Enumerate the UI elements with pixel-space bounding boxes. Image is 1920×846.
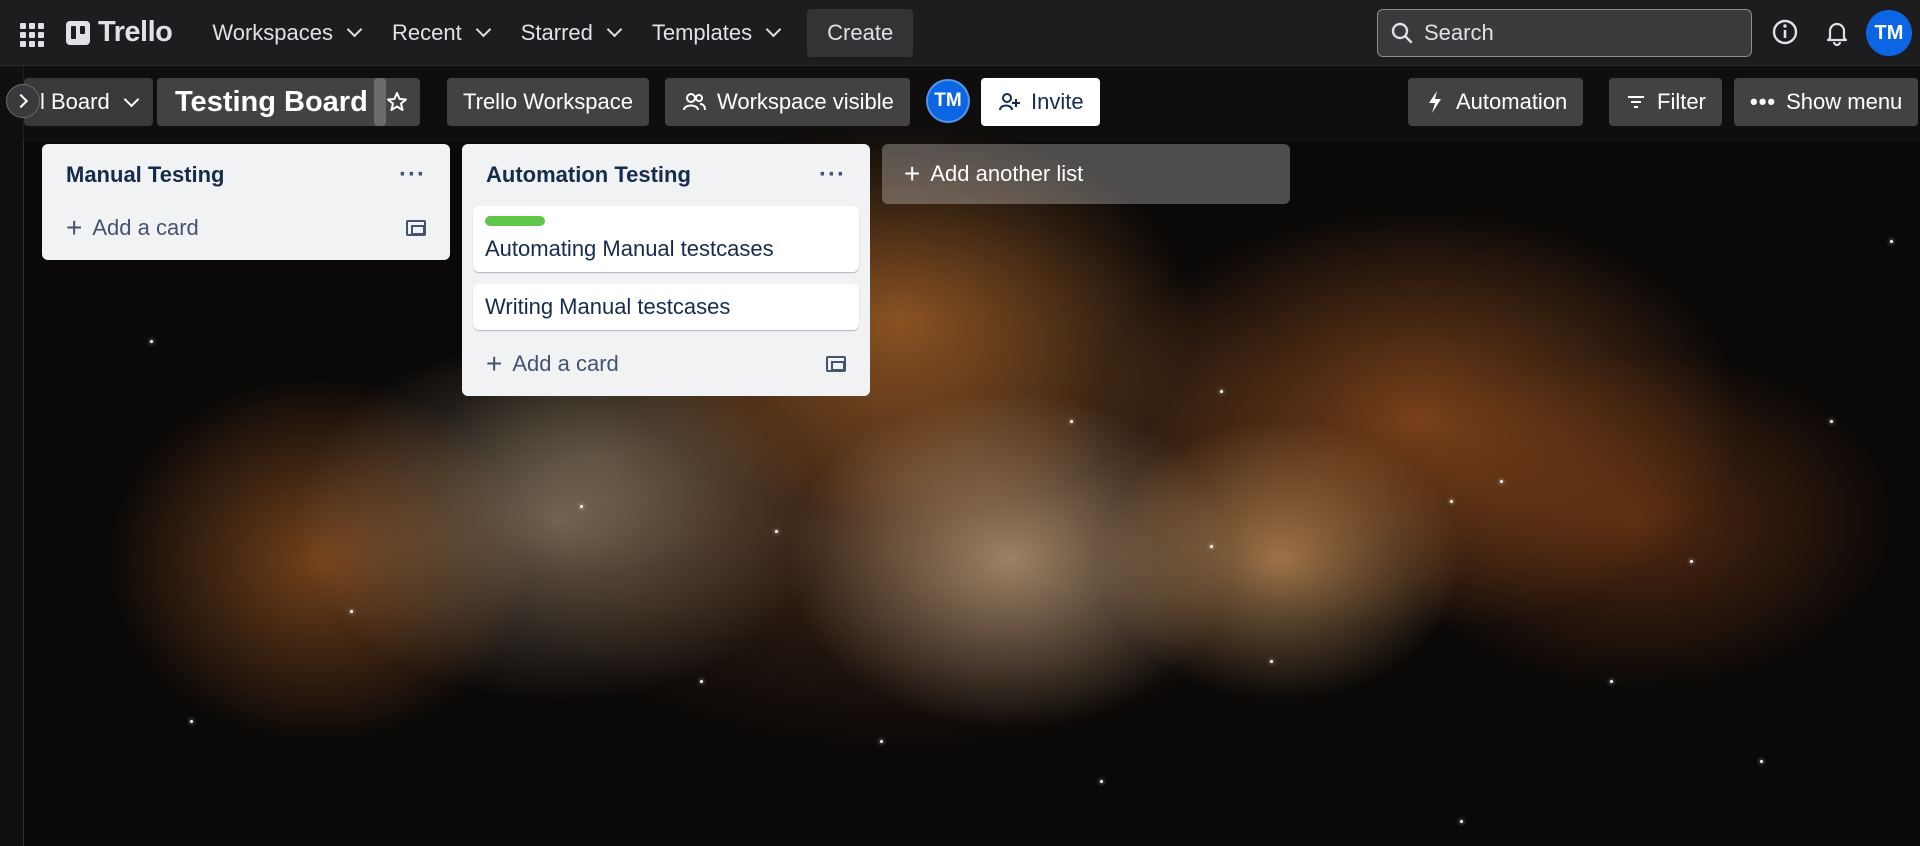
list-title[interactable]: Manual Testing — [66, 162, 225, 188]
notification-bell-icon[interactable] — [1822, 17, 1852, 47]
card-label-green[interactable] — [485, 216, 545, 226]
people-icon — [683, 93, 706, 111]
search-box[interactable] — [1377, 9, 1752, 57]
list-title[interactable]: Automation Testing — [486, 162, 691, 188]
more-dots-icon: ••• — [1750, 89, 1777, 114]
nav-templates[interactable]: Templates — [636, 10, 795, 56]
chevron-down-icon — [606, 21, 623, 38]
add-another-list-button[interactable]: + Add another list — [882, 144, 1290, 204]
user-avatar[interactable]: TM — [1866, 10, 1912, 56]
plus-icon: + — [486, 348, 503, 379]
chevron-down-icon — [765, 21, 782, 38]
board-switcher-label: l Board — [40, 89, 110, 114]
chevron-down-icon — [346, 21, 363, 38]
automation-label: Automation — [1456, 89, 1568, 114]
add-person-icon — [999, 93, 1020, 111]
invite-button[interactable]: Invite — [981, 78, 1100, 126]
collapsed-sidebar — [0, 66, 24, 846]
expand-sidebar-button[interactable] — [6, 84, 40, 118]
list-manual-testing: Manual Testing ··· + Add a card — [42, 144, 450, 260]
search-icon — [1391, 22, 1413, 44]
list-automation-testing: Automation Testing ··· Automating Manual… — [462, 144, 870, 396]
trello-logo[interactable]: Trello — [66, 16, 173, 49]
card-title: Automating Manual testcases — [485, 236, 774, 261]
nav-starred[interactable]: Starred — [505, 10, 636, 56]
create-button[interactable]: Create — [807, 8, 914, 57]
add-card-label: Add a card — [512, 351, 619, 376]
create-from-template-icon[interactable] — [826, 356, 846, 372]
info-icon[interactable] — [1770, 17, 1800, 47]
add-list-label: Add another list — [930, 161, 1084, 186]
search-input[interactable] — [1424, 20, 1724, 46]
filter-icon — [1628, 96, 1644, 108]
nav-workspaces-label: Workspaces — [212, 19, 333, 45]
nav-workspaces[interactable]: Workspaces — [196, 10, 376, 56]
list-header: Manual Testing ··· — [53, 144, 439, 206]
board-header: l Board Testing Board Trello Workspace W… — [0, 66, 1920, 142]
list-actions-icon[interactable]: ··· — [399, 161, 426, 189]
card-title: Writing Manual testcases — [485, 294, 731, 319]
filter-label: Filter — [1657, 89, 1706, 114]
automation-button[interactable]: Automation — [1408, 78, 1584, 126]
lightning-icon — [1429, 91, 1441, 113]
logo-text: Trello — [98, 16, 173, 48]
invite-label: Invite — [1031, 89, 1084, 114]
board-title[interactable]: Testing Board — [157, 78, 386, 126]
workspace-button[interactable]: Trello Workspace — [447, 78, 649, 126]
list-header: Automation Testing ··· — [473, 144, 859, 206]
nav-recent-label: Recent — [392, 19, 462, 45]
card[interactable]: Automating Manual testcases — [473, 206, 859, 272]
nav-starred-label: Starred — [520, 19, 593, 45]
chevron-down-icon — [475, 21, 491, 38]
add-card-label: Add a card — [92, 215, 199, 240]
board-member-avatar[interactable]: TM — [926, 79, 970, 123]
create-from-template-icon[interactable] — [406, 220, 426, 236]
nav-templates-label: Templates — [651, 19, 753, 45]
chevron-down-icon — [123, 91, 139, 107]
add-card-button[interactable]: + Add a card — [66, 214, 199, 242]
nav-recent[interactable]: Recent — [376, 10, 505, 56]
visibility-label: Workspace visible — [717, 89, 894, 114]
board-switcher-button[interactable]: l Board — [24, 78, 153, 126]
star-board-button[interactable] — [374, 78, 420, 126]
add-card-row: + Add a card — [53, 206, 439, 250]
top-navigation: Trello Workspaces Recent Starred Templat… — [0, 0, 1920, 66]
filter-button[interactable]: Filter — [1609, 78, 1722, 126]
trello-logo-icon — [66, 20, 90, 45]
add-card-row: + Add a card — [473, 342, 859, 386]
list-actions-icon[interactable]: ··· — [819, 161, 846, 189]
card[interactable]: Writing Manual testcases — [473, 284, 859, 330]
add-card-button[interactable]: + Add a card — [486, 350, 619, 378]
show-menu-label: Show menu — [1786, 89, 1903, 114]
show-menu-button[interactable]: ••• Show menu — [1734, 78, 1919, 126]
app-switcher-grid-icon[interactable] — [16, 19, 44, 47]
star-icon — [387, 92, 407, 111]
visibility-button[interactable]: Workspace visible — [665, 78, 910, 126]
plus-icon: + — [904, 158, 921, 189]
plus-icon: + — [66, 212, 83, 243]
